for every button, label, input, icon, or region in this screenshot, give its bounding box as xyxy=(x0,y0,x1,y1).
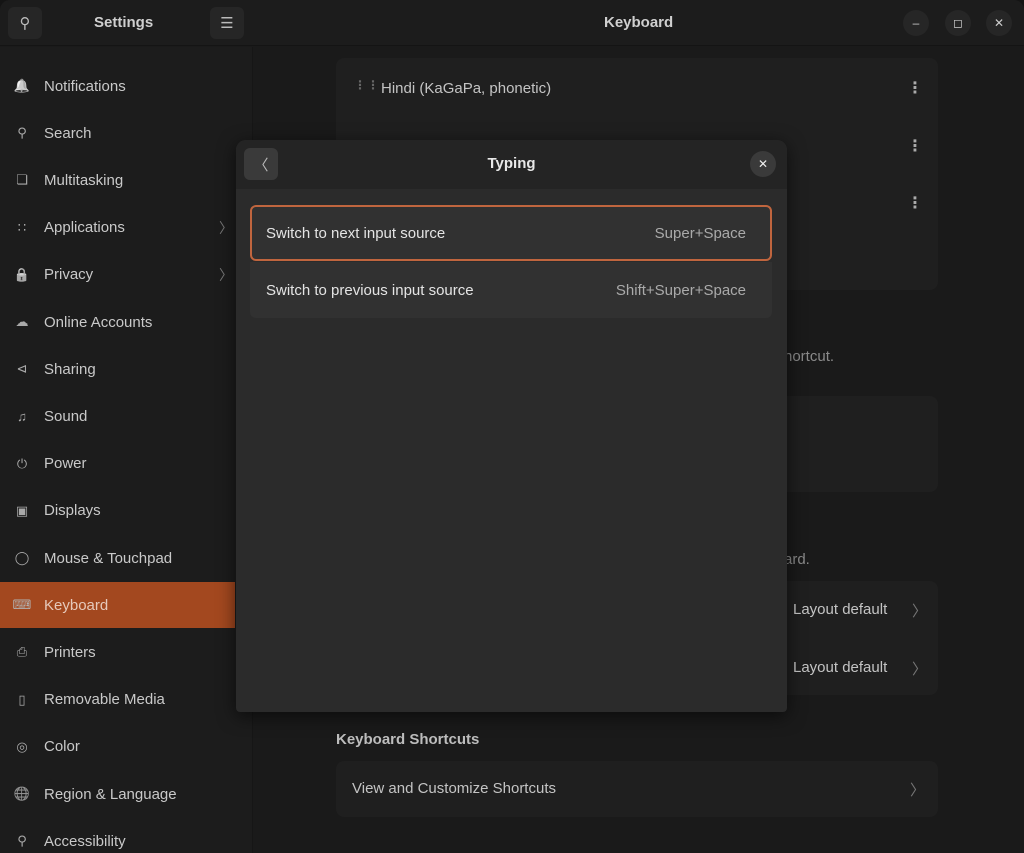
maximize-icon: ◻ xyxy=(953,16,963,30)
page-title: Keyboard xyxy=(604,14,674,31)
shortcut-accel: Super+Space xyxy=(654,224,746,242)
shortcut-label: Switch to previous input source xyxy=(266,281,474,299)
globe-icon: 🌐 xyxy=(13,786,31,801)
sidebar-item-label: Search xyxy=(44,124,92,142)
sidebar-item-multitasking[interactable]: ❏ Multitasking xyxy=(0,157,235,203)
sidebar-item-sound[interactable]: ♫ Sound xyxy=(0,393,235,439)
shortcut-row-previous-source[interactable]: Switch to previous input source Shift+Su… xyxy=(250,262,772,318)
sidebar-item-label: Accessibility xyxy=(44,832,126,850)
close-icon: ✕ xyxy=(993,16,1005,30)
sidebar-item-search[interactable]: ⚲ Search xyxy=(0,110,235,156)
chevron-right-icon: 〉 xyxy=(219,219,233,236)
search-icon: ⚲ xyxy=(19,15,31,32)
sidebar-item-online-accounts[interactable]: ☁ Online Accounts xyxy=(0,299,235,345)
sidebar-item-label: Notifications xyxy=(44,77,126,95)
printer-icon: ⎙ xyxy=(16,644,28,660)
section-heading: Keyboard Shortcuts xyxy=(336,731,480,748)
sidebar-item-notifications[interactable]: 🔔 Notifications xyxy=(0,63,235,109)
sidebar-item-label: Sharing xyxy=(44,360,96,378)
sidebar-item-removable-media[interactable]: ▯ Removable Media xyxy=(0,677,235,723)
chevron-right-icon: 〉 xyxy=(912,603,928,620)
sidebar-item-label: Applications xyxy=(44,219,125,237)
sidebar-item-sharing[interactable]: ⊲ Sharing xyxy=(0,346,235,392)
display-icon: ▣ xyxy=(15,502,29,518)
sidebar-item-label: Keyboard xyxy=(44,596,109,614)
minimize-button[interactable]: – xyxy=(903,10,929,36)
sidebar-item-displays[interactable]: ▣ Displays xyxy=(0,488,235,534)
sidebar-item-label: Privacy xyxy=(44,266,94,284)
menu-button[interactable]: ☰ xyxy=(210,7,244,39)
sidebar-item-label: Sound xyxy=(44,407,88,425)
share-icon: ⊲ xyxy=(16,361,28,377)
dialog-title: Typing xyxy=(487,155,536,172)
mouse-icon: ◯ xyxy=(14,550,30,565)
chevron-right-icon: 〉 xyxy=(910,782,926,799)
chevron-right-icon: 〉 xyxy=(219,266,233,283)
close-button[interactable]: ✕ xyxy=(986,10,1012,36)
dialog-close-button[interactable]: ✕ xyxy=(750,151,776,177)
accessibility-icon: ⚲ xyxy=(17,833,27,849)
sidebar-item-label: Multitasking xyxy=(44,171,124,189)
more-options-icon[interactable]: ⋮ xyxy=(907,78,923,98)
power-icon: ⏻ xyxy=(16,455,28,471)
input-source-label: Hindi (KaGaPa, phonetic) xyxy=(381,80,552,97)
music-note-icon: ♫ xyxy=(17,408,27,424)
more-options-icon[interactable]: ⋮ xyxy=(907,193,923,213)
shortcut-label: Switch to next input source xyxy=(266,224,446,242)
sidebar-item-accessibility[interactable]: ⚲ Accessibility xyxy=(0,818,235,853)
sidebar-item-power[interactable]: ⏻ Power xyxy=(0,441,235,487)
sidebar-item-label: Power xyxy=(44,455,87,473)
shortcut-row-next-source[interactable]: Switch to next input source Super+Space xyxy=(250,205,772,261)
chevron-right-icon: 〉 xyxy=(912,661,928,678)
sidebar-item-privacy[interactable]: 🔒 Privacy 〉 xyxy=(0,252,235,298)
sidebar: 🔔 Notifications ⚲ Search ❏ Multitasking ∷ Appli… xyxy=(0,47,253,853)
typing-dialog: 〈 Typing ✕ Switch to next input source S… xyxy=(236,140,787,712)
row-label: View and Customize Shortcuts xyxy=(352,780,556,797)
multitasking-icon: ❏ xyxy=(16,172,28,188)
minimize-icon: – xyxy=(912,16,920,30)
color-icon: ◎ xyxy=(16,738,28,754)
sidebar-item-keyboard[interactable]: ⌨ Keyboard xyxy=(0,582,235,629)
sidebar-item-mouse-touchpad[interactable]: ◯ Mouse & Touchpad xyxy=(0,535,235,581)
sidebar-item-label: Color xyxy=(44,738,80,756)
sidebar-title: Settings xyxy=(94,14,154,31)
search-icon: ⚲ xyxy=(17,125,27,141)
view-shortcuts-row[interactable]: View and Customize Shortcuts 〉 xyxy=(336,761,938,817)
sidebar-item-printers[interactable]: ⎙ Printers xyxy=(0,629,235,675)
sidebar-item-label: Region & Language xyxy=(44,785,177,803)
section-description: ard. xyxy=(784,551,810,568)
row-value: Layout default xyxy=(793,659,888,676)
lock-icon: 🔒 xyxy=(13,266,31,282)
maximize-button[interactable]: ◻ xyxy=(945,10,971,36)
header-bar: ⚲ Settings ☰ Keyboard – ◻ ✕ xyxy=(0,0,1024,46)
bell-icon: 🔔 xyxy=(13,78,31,93)
sidebar-item-label: Displays xyxy=(44,502,101,520)
cloud-icon: ☁ xyxy=(15,314,29,329)
row-value: Layout default xyxy=(793,601,888,618)
search-button[interactable]: ⚲ xyxy=(8,7,42,39)
shortcut-accel: Shift+Super+Space xyxy=(615,281,746,299)
drag-handle-icon[interactable]: ⋮⋮ xyxy=(354,78,380,92)
usb-icon: ▯ xyxy=(18,691,26,707)
close-icon: ✕ xyxy=(757,157,769,171)
sidebar-item-label: Online Accounts xyxy=(44,313,153,331)
sidebar-item-color[interactable]: ◎ Color xyxy=(0,724,235,770)
keyboard-icon: ⌨ xyxy=(12,597,32,613)
sidebar-item-label: Mouse & Touchpad xyxy=(44,549,173,567)
sidebar-item-label: Printers xyxy=(44,643,96,661)
sidebar-item-region-language[interactable]: 🌐 Region & Language xyxy=(0,771,235,817)
sidebar-item-applications[interactable]: ∷ Applications 〉 xyxy=(0,205,235,251)
dialog-header: 〈 Typing ✕ xyxy=(236,140,787,189)
more-options-icon[interactable]: ⋮ xyxy=(907,136,923,156)
sidebar-item-label: Removable Media xyxy=(44,691,165,709)
section-description: hortcut. xyxy=(784,348,835,365)
hamburger-icon: ☰ xyxy=(220,15,234,32)
apps-grid-icon: ∷ xyxy=(17,219,27,235)
